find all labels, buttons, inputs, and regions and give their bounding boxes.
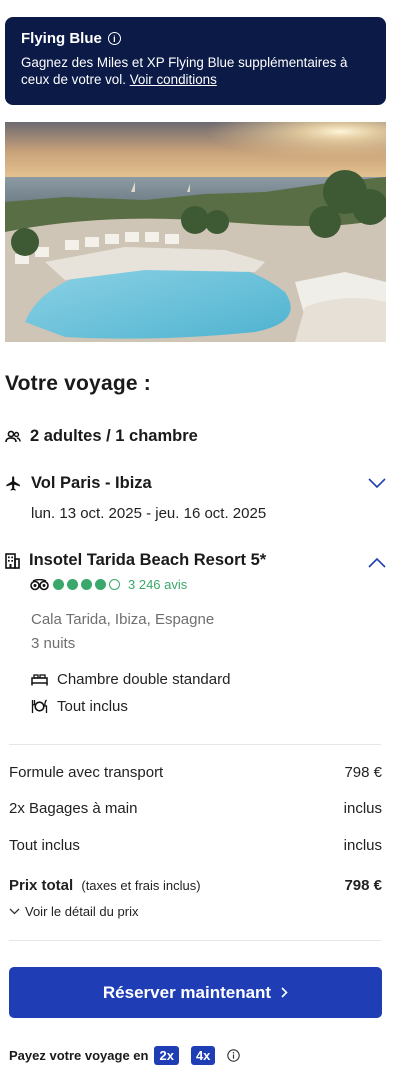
board-row: Tout inclus (31, 698, 128, 715)
installment-4x-badge[interactable]: 4x (190, 1046, 216, 1065)
banner-title: Flying Blue i (21, 30, 372, 47)
price-value: inclus (343, 837, 382, 854)
rating-dot-filled (53, 579, 64, 590)
installments-row: Payez votre voyage en 2x 4x (9, 1046, 241, 1065)
trip-heading: Votre voyage : (5, 372, 151, 395)
travellers-row: 2 adultes / 1 chambre (5, 427, 198, 446)
installment-2x-badge[interactable]: 2x (154, 1046, 179, 1065)
resort-image (5, 122, 386, 342)
info-icon[interactable]: i (107, 32, 121, 45)
price-value: 798 € (344, 764, 382, 781)
rating-dot-empty (109, 579, 120, 590)
book-now-button[interactable]: Réserver maintenant (9, 967, 382, 1018)
chevron-up-icon[interactable] (368, 557, 386, 568)
banner-title-text: Flying Blue (21, 30, 102, 47)
plane-icon (5, 475, 22, 492)
hotel-location: Cala Tarida, Ibiza, Espagne (31, 611, 215, 628)
people-icon (5, 430, 21, 444)
price-label: 2x Bagages à main (9, 800, 138, 817)
total-note: (taxes et frais inclus) (81, 878, 201, 893)
rating-dot-filled (81, 579, 92, 590)
room-row: Chambre double standard (31, 671, 230, 688)
travellers-label: 2 adultes / 1 chambre (30, 427, 198, 445)
chevron-down-icon (9, 908, 20, 915)
price-value: inclus (343, 800, 382, 817)
flight-title: Vol Paris - Ibiza (31, 474, 152, 492)
rating-dot-filled (95, 579, 106, 590)
hotel-name: Insotel Tarida Beach Resort 5* (29, 551, 267, 569)
plate-cutlery-icon (31, 699, 48, 714)
board-type: Tout inclus (57, 698, 128, 715)
hotel-row[interactable]: Insotel Tarida Beach Resort 5* (5, 551, 266, 570)
total-row: Prix total (taxes et frais inclus) 798 € (9, 877, 382, 894)
installments-text: Payez votre voyage en (9, 1048, 149, 1063)
divider (9, 940, 381, 941)
chevron-right-icon (281, 987, 288, 998)
book-now-label: Réserver maintenant (102, 982, 272, 1002)
flying-blue-banner: Flying Blue i Gagnez des Miles et XP Fly… (5, 17, 386, 105)
price-row-board: Tout inclus inclus (9, 837, 382, 854)
hotel-nights: 3 nuits (31, 635, 76, 652)
flight-row[interactable]: Vol Paris - Ibiza (5, 474, 152, 493)
info-icon[interactable] (227, 1049, 241, 1062)
price-detail-toggle[interactable]: Voir le détail du prix (9, 904, 138, 919)
room-type: Chambre double standard (57, 671, 231, 688)
rating-dot-filled (67, 579, 78, 590)
bed-icon (31, 673, 48, 686)
price-label: Tout inclus (9, 837, 80, 854)
chevron-down-icon[interactable] (368, 478, 386, 489)
divider (9, 744, 381, 745)
hotel-photo[interactable] (5, 122, 386, 342)
flight-dates: lun. 13 oct. 2025 - jeu. 16 oct. 2025 (31, 505, 267, 522)
reviews-count: 3 246 avis (128, 577, 188, 592)
price-row-transport: Formule avec transport 798 € (9, 764, 382, 781)
tripadvisor-icon (30, 578, 49, 591)
banner-text: Gagnez des Miles et XP Flying Blue suppl… (21, 54, 372, 88)
total-label: Prix total (9, 877, 74, 894)
price-label: Formule avec transport (9, 764, 164, 781)
total-value: 798 € (344, 877, 382, 894)
conditions-link[interactable]: Voir conditions (130, 72, 217, 87)
tripadvisor-rating[interactable]: 3 246 avis (30, 577, 187, 592)
rating-dots (53, 579, 120, 590)
hotel-icon (5, 552, 20, 569)
price-detail-link: Voir le détail du prix (25, 904, 139, 919)
price-row-baggage: 2x Bagages à main inclus (9, 800, 382, 817)
